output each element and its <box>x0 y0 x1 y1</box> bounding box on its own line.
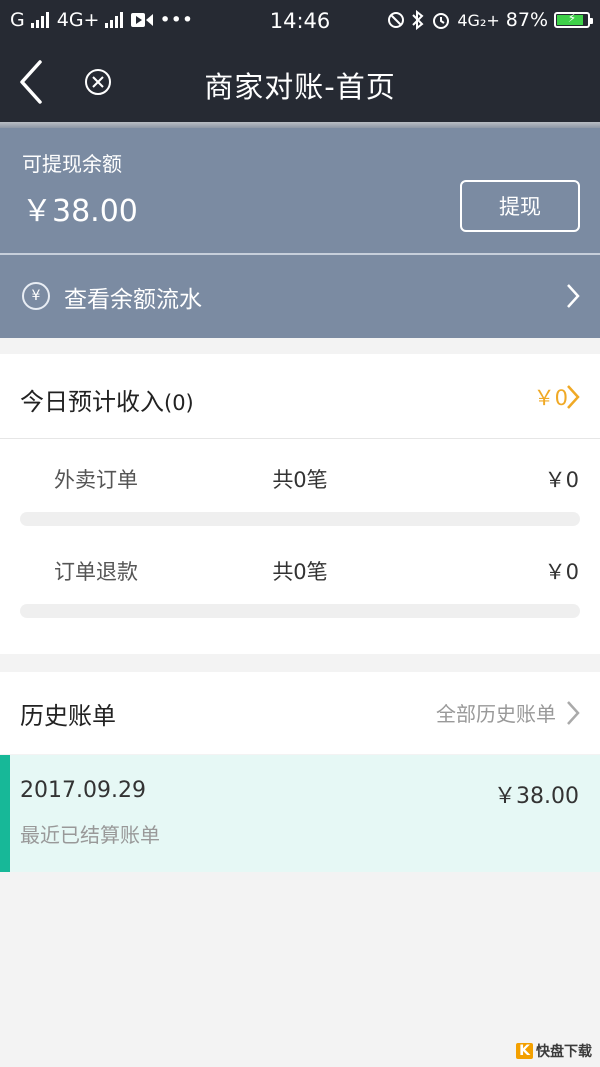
yen-icon: ¥ <box>22 282 50 310</box>
status-right: 4G₂+ 87% ⚡ <box>387 9 593 31</box>
takeout-order-count: 共0笔 <box>272 468 328 492</box>
refund-progress-bar <box>20 604 580 618</box>
takeout-order-amount: ￥0 <box>544 468 579 492</box>
page-title: 商家对账-首页 <box>204 70 396 104</box>
alarm-icon <box>433 13 450 29</box>
do-not-disturb-icon <box>388 12 405 28</box>
balance-panel: 可提现余额 ￥38.00 提现 <box>0 128 600 253</box>
status-bar: G 4G+ ••• 14:46 4G₂+ 87% ⚡ <box>0 0 600 42</box>
bill-amount: ￥38.00 <box>494 784 579 809</box>
refund-count: 共0笔 <box>272 560 328 584</box>
balance-label: 可提现余额 <box>22 152 122 176</box>
balance-flow-row[interactable]: ¥ 查看余额流水 <box>0 255 600 338</box>
recent-bill-item[interactable]: 2017.09.29 ￥38.00 最近已结算账单 <box>0 755 600 872</box>
today-income-label: 今日预计收入 <box>20 388 164 416</box>
nav-bar: 商家对账-首页 <box>0 42 600 122</box>
network-right-label: 4G₂+ <box>457 10 500 30</box>
bill-accent-bar <box>0 755 10 872</box>
charging-bolt-icon: ⚡ <box>567 11 577 25</box>
balance-flow-label: 查看余额流水 <box>64 287 202 313</box>
all-history-link[interactable]: 全部历史账单 <box>436 698 556 727</box>
bluetooth-icon <box>412 10 424 30</box>
section-divider <box>0 438 600 439</box>
bill-subtitle: 最近已结算账单 <box>20 823 160 847</box>
chevron-right-icon[interactable] <box>566 700 580 726</box>
today-income-amount[interactable]: ￥0 <box>534 382 568 412</box>
takeout-order-progress-bar <box>20 512 580 526</box>
watermark-k-icon: K <box>516 1043 533 1059</box>
watermark-text: 快盘下载 <box>536 1044 592 1060</box>
bill-date: 2017.09.29 <box>20 778 146 803</box>
today-income-title[interactable]: 今日预计收入(0) <box>20 382 194 417</box>
chevron-right-icon[interactable] <box>566 384 580 410</box>
history-title: 历史账单 <box>20 702 116 730</box>
watermark-logo: K 快盘下载 <box>516 1041 592 1061</box>
battery-icon: ⚡ <box>554 11 593 28</box>
refund-amount: ￥0 <box>544 560 579 584</box>
today-income-count: (0) <box>164 391 194 415</box>
history-header: 历史账单 全部历史账单 <box>0 672 600 754</box>
chevron-right-icon <box>567 284 580 308</box>
balance-value: ￥38.00 <box>22 194 138 229</box>
withdraw-button[interactable]: 提现 <box>460 180 580 232</box>
battery-percent: 87% <box>505 9 548 31</box>
today-income-card: 今日预计收入(0) ￥0 外卖订单 共0笔 ￥0 订单退款 共0笔 ￥0 <box>0 354 600 654</box>
